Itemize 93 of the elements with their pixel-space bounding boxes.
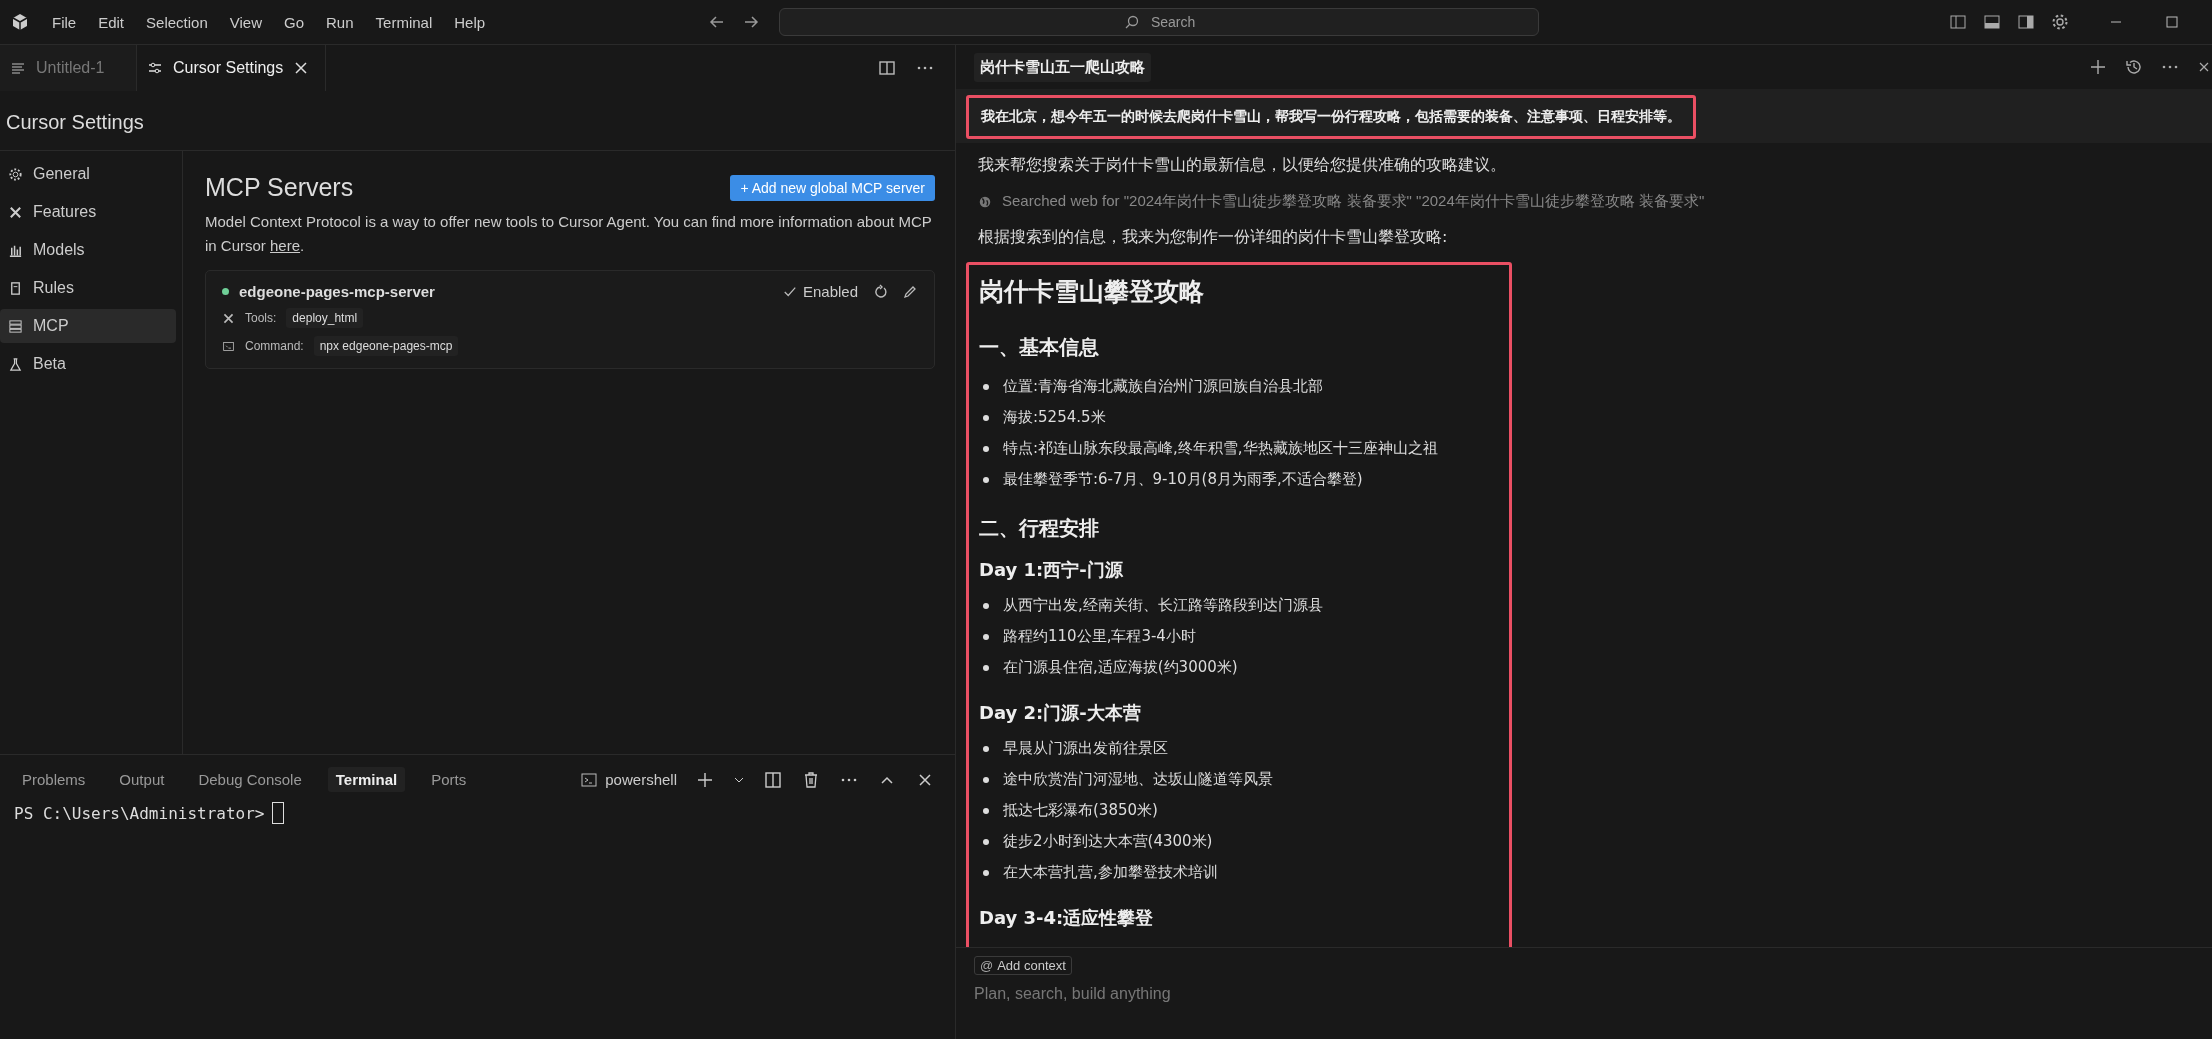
bullet-icon — [983, 476, 989, 483]
prompt-field[interactable]: Plan, search, build anything — [974, 985, 2194, 1003]
settings-nav-item[interactable]: Rules — [0, 271, 176, 305]
bullet-icon — [983, 414, 989, 421]
command-label: Command: — [245, 339, 304, 353]
assistant-text: 我来帮您搜索关于岗什卡雪山的最新信息，以便给您提供准确的攻略建议。 — [978, 155, 1507, 176]
menu-item[interactable]: View — [229, 13, 262, 31]
tools-label: Tools: — [245, 311, 277, 325]
menu-item[interactable]: File — [52, 13, 77, 31]
gear-icon — [8, 166, 23, 182]
list-item: 从西宁出发,经南关街、长江路等路段到达门源县 — [1003, 596, 1323, 615]
list-item: 海拔:5254.5米 — [1003, 408, 1106, 427]
section-heading: 二、行程安排 — [979, 515, 1100, 542]
settings-icon[interactable] — [2050, 12, 2070, 32]
panel-tab[interactable]: Output — [111, 767, 173, 792]
bullet-icon — [983, 869, 989, 876]
menu-item[interactable]: Run — [326, 13, 354, 31]
bullet-icon — [983, 807, 989, 814]
search-status: Searched web for "2024年岗什卡雪山徒步攀登攻略 装备要求" "2024年岗什卡雪山徒步攀登攻略 装备要求" — [1002, 192, 1705, 211]
menu-item[interactable]: Help — [454, 13, 486, 31]
settings-nav-item[interactable]: MCP — [0, 309, 176, 343]
enabled-toggle[interactable]: Enabled — [782, 283, 858, 300]
history-icon[interactable] — [2124, 57, 2144, 77]
book-icon — [8, 280, 23, 296]
guide-title: 岗什卡雪山攀登攻略 — [979, 276, 1205, 308]
list-item: 最佳攀登季节:6-7月、9-10月(8月为雨季,不适合攀登) — [1003, 470, 1363, 489]
refresh-icon[interactable] — [872, 283, 888, 300]
day-heading: Day 2:门源-大本营 — [979, 701, 1142, 725]
menu-item[interactable]: Edit — [98, 13, 125, 31]
check-icon — [782, 284, 797, 299]
settings-title: Cursor Settings — [0, 91, 955, 151]
globe-icon — [978, 194, 992, 209]
panel-tab[interactable]: Debug Console — [190, 767, 310, 792]
settings-nav-item[interactable]: Beta — [0, 347, 176, 381]
text-file-icon — [10, 60, 26, 76]
bullet-icon — [983, 776, 989, 783]
list-item: 途中欣赏浩门河湿地、达坂山隧道等风景 — [1003, 770, 1273, 789]
panel-tab[interactable]: Terminal — [327, 767, 406, 792]
new-chat-icon[interactable] — [2088, 57, 2108, 77]
day-heading: Day 3-4:适应性攀登 — [979, 906, 1155, 930]
bullet-icon — [983, 745, 989, 752]
add-context-button[interactable]: @ Add context — [974, 956, 1072, 975]
description-text: Model Context Protocol is a way to offer new tools to Cursor Agent. You can find more information about MCP in Cursor here. — [205, 212, 933, 256]
bullet-icon — [983, 445, 989, 452]
panel-tab[interactable]: Problems — [14, 767, 94, 792]
sidebar-toggle-icon[interactable] — [1948, 12, 1968, 32]
search-icon — [1124, 14, 1141, 30]
here-link[interactable]: here — [270, 237, 301, 254]
section-heading: 一、基本信息 — [979, 334, 1100, 361]
split-terminal-icon[interactable] — [763, 769, 783, 790]
bullet-icon — [983, 664, 989, 671]
panel-toggle-icon[interactable] — [1982, 12, 2002, 32]
bullet-icon — [983, 602, 989, 609]
panel-tab[interactable]: Ports — [423, 767, 475, 792]
terminal-prompt: PS C:\Users\Administrator> — [14, 803, 265, 823]
search-field[interactable]: Search — [779, 8, 1540, 36]
settings-nav-item[interactable]: General — [0, 157, 176, 191]
sliders-icon — [147, 60, 163, 76]
chat-tab[interactable]: 岗什卡雪山五一爬山攻略 — [974, 52, 1151, 82]
tool-chip: deploy_html — [286, 308, 364, 328]
bullet-icon — [983, 633, 989, 640]
menu-item[interactable]: Selection — [146, 13, 208, 31]
secondary-sidebar-icon[interactable] — [2016, 12, 2036, 32]
menu-item[interactable]: Terminal — [375, 13, 433, 31]
day-heading: Day 1:西宁-门源 — [979, 558, 1124, 582]
list-item: 徒步2小时到达大本营(4300米) — [1003, 832, 1213, 851]
list-item: 位置:青海省海北藏族自治州门源回族自治县北部 — [1003, 377, 1324, 396]
bullet-icon — [983, 383, 989, 390]
list-item: 抵达七彩瀑布(3850米) — [1003, 801, 1158, 820]
command-chip: npx edgeone-pages-mcp — [313, 336, 459, 356]
list-item: 在大本营扎营,参加攀登技术培训 — [1003, 863, 1218, 882]
shell-selector[interactable]: powershell — [581, 771, 677, 788]
split-editor-icon[interactable] — [877, 58, 897, 78]
list-item: 路程约110公里,车程3-4小时 — [1003, 627, 1196, 646]
cube-logo-icon — [10, 12, 30, 32]
terminal-icon — [581, 771, 598, 788]
menu-item[interactable]: Go — [284, 13, 304, 31]
list-item: 在门源县住宿,适应海拔(约3000米) — [1003, 658, 1238, 677]
terminal-icon — [222, 339, 235, 353]
settings-nav-item[interactable]: Features — [0, 195, 176, 229]
user-message: 我在北京，想今年五一的时候去爬岗什卡雪山，帮我写一份行程攻略，包括需要的装备、注意事项、日程安排等。 — [966, 95, 1696, 139]
server-name: edgeone-pages-mcp-server — [239, 283, 435, 300]
list-item: 早晨从门源出发前往景区 — [1003, 739, 1168, 758]
list-item: 特点:祁连山脉东段最高峰,终年积雪,华热藏族地区十三座神山之祖 — [1003, 439, 1438, 458]
bullet-icon — [983, 838, 989, 845]
server-icon — [8, 318, 23, 334]
section-heading: MCP Servers — [205, 173, 354, 202]
editor-tab[interactable]: Untitled-1 — [0, 45, 137, 91]
assistant-text: 根据搜索到的信息，我来为您制作一份详细的岗什卡雪山攀登攻略: — [978, 227, 1449, 248]
close-icon[interactable] — [293, 60, 310, 76]
flask-icon — [8, 356, 23, 372]
settings-nav-item[interactable]: Models — [0, 233, 176, 267]
text-cursor — [272, 802, 285, 824]
